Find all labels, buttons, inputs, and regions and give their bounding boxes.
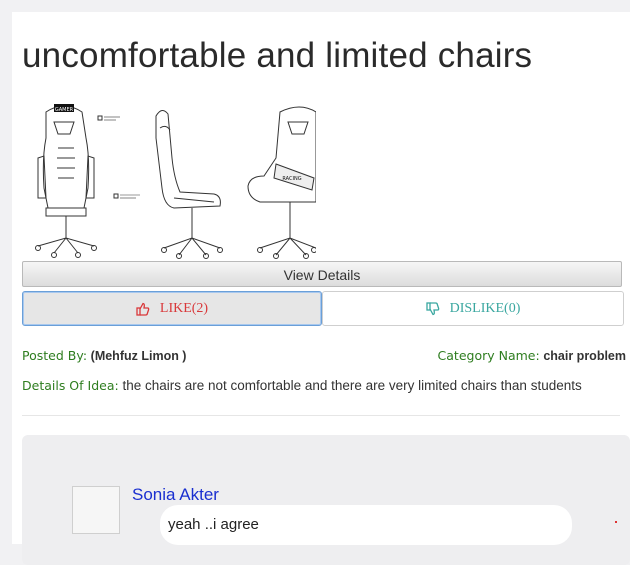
idea-image: GAMER RACING [35,104,316,259]
details-label: Details Of Idea: [22,378,119,393]
idea-title: uncomfortable and limited chairs [22,36,533,75]
comment-text: yeah ..i agree [160,505,572,545]
chair-back-view: RACING [247,106,316,259]
chair-front-label: GAMER [55,107,74,113]
idea-details: Details Of Idea: the chairs are not comf… [22,378,628,393]
view-details-button[interactable]: View Details [22,261,622,287]
category: Category Name: chair problem [438,348,626,363]
comments-section: Sonia Akter yeah ..i agree [22,435,630,565]
thumbs-down-icon [425,302,439,315]
posted-by-value: (Mehfuz Limon ) [90,349,187,363]
dislike-label: DISLIKE(0) [449,301,521,316]
thumbs-up-icon [136,302,150,316]
category-label: Category Name: [437,348,540,363]
category-value: chair problem [543,349,626,363]
avatar [72,486,120,534]
chair-front-view: GAMER [35,104,140,258]
dislike-button[interactable]: DISLIKE(0) [322,291,624,326]
idea-card: uncomfortable and limited chairs GAMER R… [12,12,630,565]
comment-author[interactable]: Sonia Akter [132,485,219,505]
decorative-dot [615,521,617,523]
posted-by: Posted By: (Mehfuz Limon ) [22,348,186,363]
like-button[interactable]: LIKE(2) [22,291,322,326]
vote-row: LIKE(2) DISLIKE(0) [22,291,624,326]
like-label: LIKE(2) [159,301,209,316]
chair-back-label: RACING [282,176,301,182]
chair-side-view [155,110,223,259]
divider [22,415,620,416]
details-value: the chairs are not comfortable and there… [122,378,582,393]
posted-by-label: Posted By: [22,348,88,363]
